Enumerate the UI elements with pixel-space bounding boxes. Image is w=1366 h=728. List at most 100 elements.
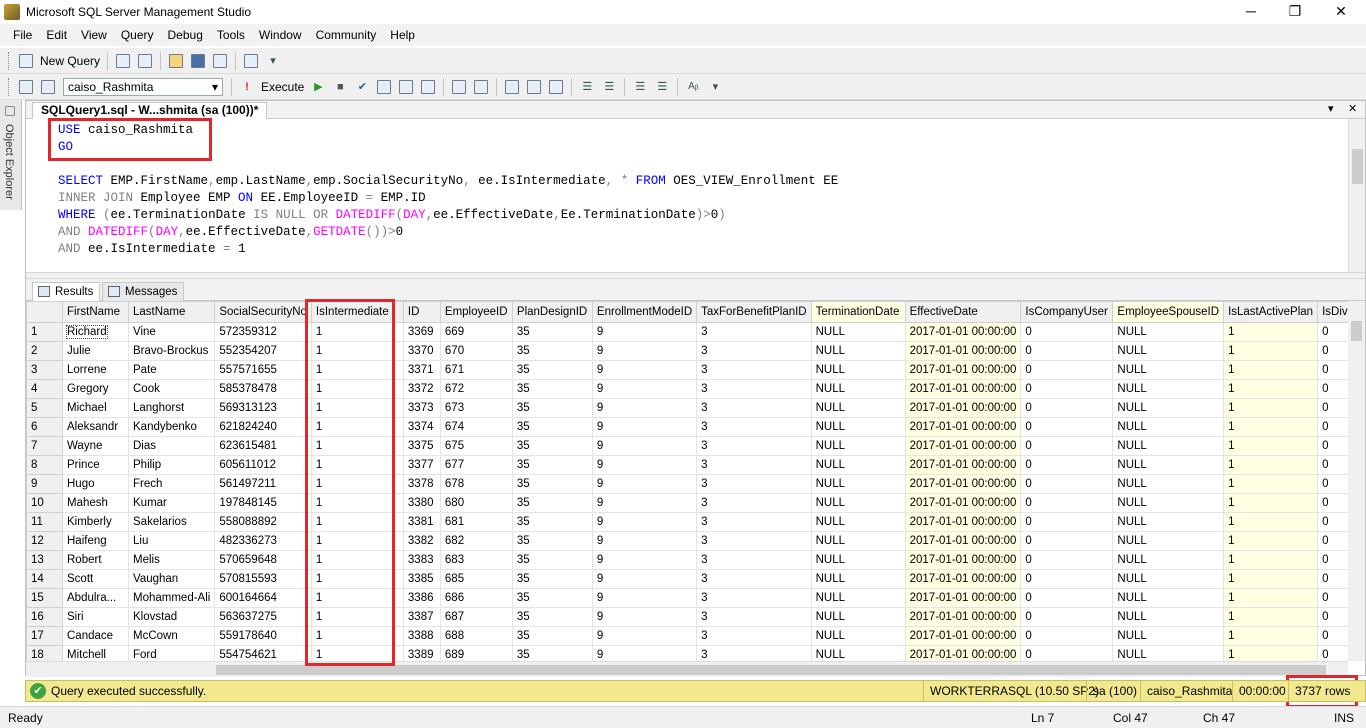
table-row[interactable]: 3 Lorrene Pate 557571655 1 3371 671 35 9 3 NULL 201… xyxy=(26,360,1359,380)
tab-list-chevron-icon[interactable]: ▾ xyxy=(1328,102,1334,115)
editor-results-splitter[interactable] xyxy=(26,272,1365,279)
grid-cell[interactable]: Philip xyxy=(127,455,216,475)
grid-cell[interactable]: 9 xyxy=(591,322,698,342)
grid-cell[interactable]: 0 xyxy=(1020,626,1114,646)
grid-cell[interactable]: 2017-01-01 00:00:00 xyxy=(904,607,1022,627)
grid-cell[interactable]: 2017-01-01 00:00:00 xyxy=(904,379,1022,399)
grid-cell[interactable]: 3 xyxy=(696,474,812,494)
menu-tools[interactable]: Tools xyxy=(210,28,252,42)
grid-cell[interactable]: 2017-01-01 00:00:00 xyxy=(904,474,1022,494)
grid-cell[interactable]: 35 xyxy=(511,645,593,661)
grid-cell[interactable]: 569313123 xyxy=(214,398,312,418)
grid-cell[interactable]: 0 xyxy=(1020,493,1114,513)
grid-cell[interactable]: 2017-01-01 00:00:00 xyxy=(904,360,1022,380)
grid-cell[interactable]: 2017-01-01 00:00:00 xyxy=(904,455,1022,475)
column-header[interactable]: EmployeeID xyxy=(439,301,513,323)
grid-cell[interactable]: 0 xyxy=(1020,645,1114,661)
grid-cell[interactable]: 35 xyxy=(511,379,593,399)
grid-cell[interactable]: 682 xyxy=(439,531,513,551)
grid-horizontal-scrollbar[interactable] xyxy=(26,661,1348,677)
grid-cell[interactable]: 2017-01-01 00:00:00 xyxy=(904,550,1022,570)
grid-cell[interactable]: Candace xyxy=(62,626,129,646)
grid-cell[interactable]: 559178640 xyxy=(214,626,312,646)
grid-cell[interactable]: Mahesh xyxy=(62,493,129,513)
grid-cell[interactable]: Melis xyxy=(127,550,216,570)
grid-cell[interactable]: 35 xyxy=(511,455,593,475)
grid-cell[interactable]: 3 xyxy=(696,626,812,646)
grid-cell[interactable]: NULL xyxy=(1112,360,1225,380)
row-number[interactable]: 5 xyxy=(26,398,63,418)
table-row[interactable]: 2 Julie Bravo-Brockus 552354207 1 3370 670 35 9 3… xyxy=(26,341,1359,361)
grid-cell[interactable]: NULL xyxy=(1112,550,1225,570)
grid-cell[interactable]: 0 xyxy=(1020,569,1114,589)
grid-cell[interactable]: 1 xyxy=(1223,322,1319,342)
grid-cell[interactable]: 35 xyxy=(511,493,593,513)
grid-cell[interactable]: 1 xyxy=(1223,417,1319,437)
grid-cell[interactable]: 0 xyxy=(1020,379,1114,399)
include-plan-icon[interactable] xyxy=(450,78,468,96)
grid-cell[interactable]: NULL xyxy=(810,531,906,551)
new-file-icon[interactable] xyxy=(114,52,132,70)
grid-cell[interactable]: 3380 xyxy=(402,493,441,513)
column-header[interactable]: FirstName xyxy=(62,301,129,323)
grid-cell[interactable]: Kimberly xyxy=(62,512,129,532)
uncomment-icon[interactable]: ☰ xyxy=(600,78,618,96)
comment-icon[interactable]: ☰ xyxy=(578,78,596,96)
grid-cell[interactable]: NULL xyxy=(1112,626,1225,646)
grid-cell[interactable]: Bravo-Brockus xyxy=(127,341,216,361)
row-number[interactable]: 15 xyxy=(26,588,63,608)
grid-vertical-scrollbar[interactable] xyxy=(1348,301,1365,661)
grid-cell[interactable]: Michael xyxy=(62,398,129,418)
grid-cell[interactable]: NULL xyxy=(1112,531,1225,551)
grid-cell[interactable]: 672 xyxy=(439,379,513,399)
grid-cell[interactable]: Liu xyxy=(127,531,216,551)
column-header[interactable]: SocialSecurityNo xyxy=(214,301,312,323)
grid-cell[interactable]: 35 xyxy=(511,398,593,418)
grid-cell[interactable]: 3375 xyxy=(402,436,441,456)
grid-cell[interactable]: Abdulra... xyxy=(62,588,129,608)
grid-cell[interactable]: NULL xyxy=(1112,512,1225,532)
grid-cell[interactable]: 35 xyxy=(511,322,593,342)
tab-close-icon[interactable]: ✕ xyxy=(1348,102,1357,115)
grid-cell[interactable]: 3 xyxy=(696,379,812,399)
grid-cell[interactable]: NULL xyxy=(810,493,906,513)
grid-cell[interactable]: 3385 xyxy=(402,569,441,589)
grid-cell[interactable]: Wayne xyxy=(62,436,129,456)
grid-cell[interactable]: 35 xyxy=(511,607,593,627)
grid-cell[interactable]: 1 xyxy=(1223,474,1319,494)
grid-cell[interactable]: 3 xyxy=(696,322,812,342)
grid-cell[interactable]: 9 xyxy=(591,645,698,661)
grid-cell[interactable]: 683 xyxy=(439,550,513,570)
grid-cell[interactable]: Hugo xyxy=(62,474,129,494)
grid-cell[interactable]: 2017-01-01 00:00:00 xyxy=(904,588,1022,608)
scroll-thumb[interactable] xyxy=(1351,321,1362,341)
grid-cell[interactable]: 35 xyxy=(511,512,593,532)
table-row[interactable]: 12 Haifeng Liu 482336273 1 3382 682 35 9 3 NULL 201… xyxy=(26,531,1359,551)
execute-button[interactable]: Execute xyxy=(258,80,307,94)
column-header[interactable]: TaxForBenefitPlanID xyxy=(696,301,812,323)
grid-cell[interactable]: NULL xyxy=(810,626,906,646)
grid-cell[interactable]: 3386 xyxy=(402,588,441,608)
grid-cell[interactable]: 1 xyxy=(1223,379,1319,399)
grid-cell[interactable]: Frech xyxy=(127,474,216,494)
grid-cell[interactable]: 9 xyxy=(591,474,698,494)
grid-cell[interactable]: Robert xyxy=(62,550,129,570)
grid-cell[interactable]: 9 xyxy=(591,398,698,418)
grid-cell[interactable]: NULL xyxy=(810,379,906,399)
parse-check-icon[interactable]: ✔ xyxy=(353,78,371,96)
grid-cell[interactable]: NULL xyxy=(1112,341,1225,361)
connect-icon[interactable] xyxy=(17,78,35,96)
grid-cell[interactable]: Vine xyxy=(127,322,216,342)
grid-cell[interactable]: 3381 xyxy=(402,512,441,532)
grid-cell[interactable]: 9 xyxy=(591,360,698,380)
grid-cell[interactable]: 685 xyxy=(439,569,513,589)
grid-cell[interactable]: 1 xyxy=(1223,607,1319,627)
activity-monitor-icon[interactable] xyxy=(242,52,260,70)
grid-cell[interactable]: NULL xyxy=(810,569,906,589)
estimated-plan-icon[interactable] xyxy=(375,78,393,96)
grid-cell[interactable]: 35 xyxy=(511,474,593,494)
grid-cell[interactable]: 688 xyxy=(439,626,513,646)
editor-vertical-scrollbar[interactable] xyxy=(1348,119,1365,272)
grid-cell[interactable]: NULL xyxy=(810,360,906,380)
row-number[interactable]: 11 xyxy=(26,512,63,532)
